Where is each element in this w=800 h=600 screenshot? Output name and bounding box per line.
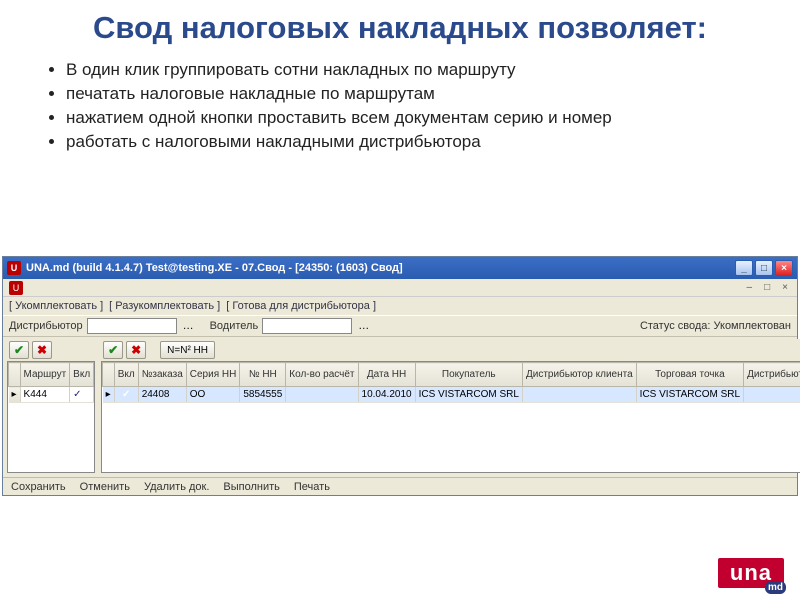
- rowmark-icon: ▸: [9, 387, 21, 403]
- col-on[interactable]: Вкл: [114, 363, 138, 387]
- app-icon: U: [9, 281, 23, 295]
- action-uncomplete[interactable]: [ Разукомплектовать ]: [109, 300, 220, 312]
- col-buyer[interactable]: Покупатель: [415, 363, 522, 387]
- bullet-item: В один клик группировать сотни накладных…: [66, 60, 760, 80]
- bullet-item: печатать налоговые накладные по маршрута…: [66, 84, 760, 104]
- print-button[interactable]: Печать: [294, 481, 330, 493]
- col-tpoint[interactable]: Торговая точка: [636, 363, 743, 387]
- exclude-all-button[interactable]: ✖: [126, 341, 146, 359]
- bullet-item: работать с налоговыми накладными дистриб…: [66, 132, 760, 152]
- invoices-pane: ✔ ✖ N=N² НН Вкл №заказа Серия НН № НН Ко…: [101, 339, 800, 473]
- col-dclient[interactable]: Дистрибьютор клиента: [522, 363, 636, 387]
- distributor-input[interactable]: [87, 318, 177, 334]
- app-window: U UNA.md (build 4.1.4.7) Test@testing.XE…: [2, 256, 798, 496]
- action-bar: [ Укомплектовать ] [ Разукомплектовать ]…: [3, 297, 797, 315]
- exclude-all-button[interactable]: ✖: [32, 341, 52, 359]
- execute-button[interactable]: Выполнить: [223, 481, 279, 493]
- col-series[interactable]: Серия НН: [186, 363, 240, 387]
- series-cell[interactable]: OO: [186, 387, 240, 403]
- distributor-label: Дистрибьютор: [9, 320, 83, 332]
- col-on[interactable]: Вкл: [70, 363, 94, 387]
- mdi-minimize-button[interactable]: –: [744, 282, 756, 293]
- mdi-close-button[interactable]: ×: [779, 282, 791, 293]
- rowmark-icon: ▸: [103, 387, 115, 403]
- driver-label: Водитель: [210, 320, 259, 332]
- table-row[interactable]: ▸ ✓ 24408 OO 5854555 10.04.2010 ICS VIST…: [103, 387, 800, 403]
- tpoint-cell[interactable]: ICS VISTARCOM SRL: [636, 387, 743, 403]
- driver-input[interactable]: [262, 318, 352, 334]
- mdi-bar: U – □ ×: [3, 279, 797, 297]
- include-all-button[interactable]: ✔: [9, 341, 29, 359]
- route-cell[interactable]: K444: [20, 387, 70, 403]
- on-cell[interactable]: ✓: [114, 387, 138, 403]
- mdi-restore-button[interactable]: □: [761, 282, 773, 293]
- routes-grid[interactable]: Маршрут Вкл ▸ K444 ✓: [8, 362, 94, 403]
- action-ready[interactable]: [ Готова для дистрибьютора ]: [226, 300, 376, 312]
- brand-logo: una md: [718, 558, 784, 588]
- on-cell[interactable]: ✓: [70, 387, 94, 403]
- col-dpoint[interactable]: Дистрибьютор торг.точки: [744, 363, 800, 387]
- statusbar: Сохранить Отменить Удалить док. Выполнит…: [3, 477, 797, 495]
- distributor-lookup-button[interactable]: …: [181, 320, 196, 332]
- titlebar[interactable]: U UNA.md (build 4.1.4.7) Test@testing.XE…: [3, 257, 797, 279]
- bullet-item: нажатием одной кнопки проставить всем до…: [66, 108, 760, 128]
- window-title: UNA.md (build 4.1.4.7) Test@testing.XE -…: [26, 262, 735, 274]
- slide-title: Свод налоговых накладных позволяет:: [0, 0, 800, 52]
- qty-cell[interactable]: [286, 387, 358, 403]
- filter-bar: Дистрибьютор … Водитель … Статус свода: …: [3, 315, 797, 337]
- close-button[interactable]: ×: [775, 260, 793, 276]
- dpoint-cell[interactable]: [744, 387, 800, 403]
- invoices-grid[interactable]: Вкл №заказа Серия НН № НН Кол-во расчёт …: [102, 362, 800, 403]
- col-order[interactable]: №заказа: [138, 363, 186, 387]
- col-date[interactable]: Дата НН: [358, 363, 415, 387]
- col-nohh[interactable]: № НН: [240, 363, 286, 387]
- dclient-cell[interactable]: [522, 387, 636, 403]
- buyer-cell[interactable]: ICS VISTARCOM SRL: [415, 387, 522, 403]
- brand-suffix: md: [765, 581, 786, 594]
- cancel-button[interactable]: Отменить: [80, 481, 130, 493]
- col-route[interactable]: Маршрут: [20, 363, 70, 387]
- app-icon: U: [7, 261, 21, 275]
- nohh-cell[interactable]: 5854555: [240, 387, 286, 403]
- svod-status: Статус свода: Укомплектован: [640, 320, 791, 332]
- rowmark-header: [103, 363, 115, 387]
- driver-lookup-button[interactable]: …: [356, 320, 371, 332]
- save-button[interactable]: Сохранить: [11, 481, 66, 493]
- delete-doc-button[interactable]: Удалить док.: [144, 481, 209, 493]
- col-qty[interactable]: Кол-во расчёт: [286, 363, 358, 387]
- slide-bullets: В один клик группировать сотни накладных…: [0, 52, 800, 164]
- routes-toolbar: ✔ ✖: [7, 339, 95, 361]
- invoices-toolbar: ✔ ✖ N=N² НН: [101, 339, 800, 361]
- table-row[interactable]: ▸ K444 ✓: [9, 387, 94, 403]
- rowmark-header: [9, 363, 21, 387]
- action-complete[interactable]: [ Укомплектовать ]: [9, 300, 103, 312]
- maximize-button[interactable]: □: [755, 260, 773, 276]
- routes-pane: ✔ ✖ Маршрут Вкл ▸ K444 ✓: [7, 339, 95, 473]
- minimize-button[interactable]: _: [735, 260, 753, 276]
- order-cell[interactable]: 24408: [138, 387, 186, 403]
- date-cell[interactable]: 10.04.2010: [358, 387, 415, 403]
- assign-numbers-button[interactable]: N=N² НН: [160, 341, 215, 359]
- include-all-button[interactable]: ✔: [103, 341, 123, 359]
